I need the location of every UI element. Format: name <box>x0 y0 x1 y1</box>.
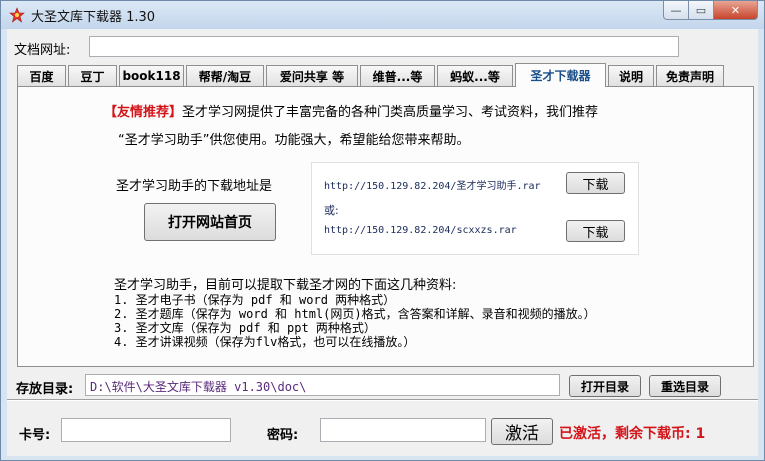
download-address-label: 圣才学习助手的下载地址是 <box>116 179 273 194</box>
shengcai-tab-panel: 【友情推荐】圣才学习网提供了丰富完备的各种门类高质量学习、考试资料，我们推荐 “… <box>17 86 754 367</box>
app-window: 大圣文库下载器 1.30 — ▭ ✕ 文档网址: 百度 豆丁 book118 帮… <box>0 0 765 461</box>
tab-book118[interactable]: book118 <box>119 65 184 86</box>
minimize-icon: — <box>670 3 682 17</box>
activate-button[interactable]: 激活 <box>491 418 553 445</box>
recommend-text-1: 圣才学习网提供了丰富完备的各种门类高质量学习、考试资料，我们推荐 <box>182 105 599 120</box>
password-label: 密码: <box>267 428 299 443</box>
close-icon: ✕ <box>730 3 741 17</box>
feature-item: 1. 圣才电子书（保存为 pdf 和 word 两种格式） <box>114 293 396 307</box>
document-url-input[interactable] <box>89 36 679 57</box>
tab-bangbang-taodou[interactable]: 帮帮/淘豆 <box>186 65 264 86</box>
client-area: 文档网址: 百度 豆丁 book118 帮帮/淘豆 爱问共享 等 维普...等 … <box>7 29 758 456</box>
download-url-1[interactable]: http://150.129.82.204/圣才学习助手.rar <box>324 177 541 192</box>
tab-cqvip[interactable]: 维普...等 <box>360 65 435 86</box>
features-intro: 圣才学习助手，目前可以提取下载圣才网的下面这几种资料: <box>114 278 457 293</box>
tab-instructions[interactable]: 说明 <box>608 65 654 86</box>
tab-mayi[interactable]: 蚂蚁...等 <box>437 65 513 86</box>
password-input[interactable] <box>320 418 486 442</box>
download-links-box: http://150.129.82.204/圣才学习助手.rar 或: http… <box>311 162 639 255</box>
minimize-button[interactable]: — <box>663 1 689 20</box>
close-button[interactable]: ✕ <box>714 1 758 20</box>
activation-status: 已激活，剩余下载币: 1 <box>559 426 706 442</box>
card-number-label: 卡号: <box>19 428 51 443</box>
maximize-button[interactable]: ▭ <box>689 1 714 20</box>
save-dir-path[interactable]: D:\软件\大圣文库下载器 v1.30\doc\ <box>85 374 560 396</box>
window-controls: — ▭ ✕ <box>663 1 758 21</box>
card-number-input[interactable] <box>61 418 231 442</box>
maximize-icon: ▭ <box>695 3 707 17</box>
or-label: 或: <box>324 204 339 217</box>
tab-iask[interactable]: 爱问共享 等 <box>266 65 358 86</box>
open-site-home-button[interactable]: 打开网站首页 <box>144 203 276 241</box>
feature-item: 4. 圣才讲课视频（保存为flv格式，也可以在线播放。） <box>114 335 416 349</box>
feature-item: 2. 圣才题库（保存为 word 和 html(网页)格式，含答案和详解、录音和… <box>114 307 596 321</box>
download-button-1[interactable]: 下载 <box>566 172 625 194</box>
download-button-2[interactable]: 下载 <box>566 220 625 242</box>
recommend-line-1: 【友情推荐】圣才学习网提供了丰富完备的各种门类高质量学习、考试资料，我们推荐 <box>104 101 598 120</box>
app-logo-icon <box>9 7 25 23</box>
download-url-2[interactable]: http://150.129.82.204/scxxzs.rar <box>324 225 517 236</box>
recommend-line-2: “圣才学习助手”供您使用。功能强大，希望能给您带来帮助。 <box>118 133 470 148</box>
section-divider <box>7 399 758 401</box>
tab-shengcai-downloader[interactable]: 圣才下载器 <box>515 63 606 87</box>
save-dir-label: 存放目录: <box>16 382 74 397</box>
open-dir-button[interactable]: 打开目录 <box>569 375 641 397</box>
reselect-dir-button[interactable]: 重选目录 <box>649 375 721 397</box>
recommend-tag: 【友情推荐】 <box>104 105 183 120</box>
window-title: 大圣文库下载器 1.30 <box>31 10 156 25</box>
feature-list: 圣才学习助手，目前可以提取下载圣才网的下面这几种资料: 1. 圣才电子书（保存为… <box>114 278 596 350</box>
tab-docin[interactable]: 豆丁 <box>68 65 117 86</box>
title-bar[interactable]: 大圣文库下载器 1.30 — ▭ ✕ <box>1 1 764 29</box>
feature-item: 3. 圣才文库（保存为 pdf 和 ppt 两种格式） <box>114 321 376 335</box>
url-label: 文档网址: <box>14 43 71 58</box>
tab-disclaimer[interactable]: 免责声明 <box>656 65 724 86</box>
tab-baidu[interactable]: 百度 <box>17 65 66 86</box>
